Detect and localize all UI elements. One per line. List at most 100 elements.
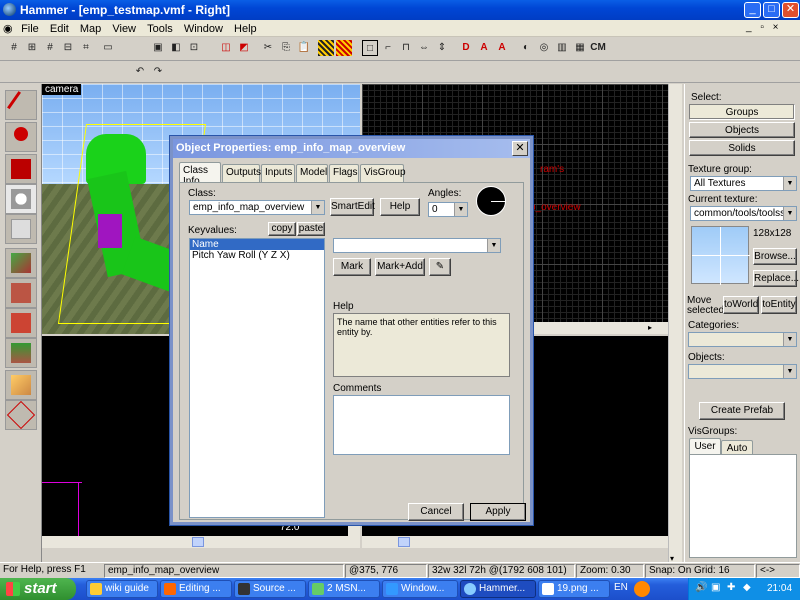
texture-lock-toggle-icon[interactable]: ⌐ (380, 40, 396, 56)
to-entity-button[interactable]: toEntity (761, 296, 797, 314)
undo-icon[interactable]: ↶ (132, 64, 148, 80)
dialog-close-button[interactable]: ✕ (512, 141, 528, 156)
display-helpers-icon[interactable]: ◐ (518, 40, 534, 56)
tab-inputs[interactable]: Inputs (261, 164, 295, 182)
taskbar-item-wiki-guide[interactable]: wiki guide (86, 580, 158, 598)
clipping-tool[interactable] (5, 370, 37, 400)
hollow-icon[interactable] (336, 40, 352, 56)
display-grid-icon[interactable]: ▥ (554, 40, 570, 56)
grid-icon[interactable]: # (6, 40, 22, 56)
decal-tool[interactable] (5, 308, 37, 338)
smartedit-button[interactable]: SmartEdit (330, 198, 375, 216)
maximize-button[interactable]: □ (763, 2, 780, 18)
texture-tool[interactable] (5, 248, 37, 278)
menu-view[interactable]: View (108, 21, 140, 35)
keyvalues-list[interactable]: Name Pitch Yaw Roll (Y Z X) (189, 238, 325, 518)
document-icon[interactable]: ◉ (0, 20, 14, 35)
tray-app-icon[interactable] (634, 581, 650, 597)
hide-items-icon[interactable]: ◫ (218, 40, 234, 56)
angle-dial[interactable] (476, 186, 506, 216)
carve-icon[interactable] (318, 40, 334, 56)
side-viewport-hscroll[interactable] (42, 536, 348, 548)
overlay-tool[interactable] (5, 338, 37, 368)
mark-add-button[interactable]: Mark+Add (375, 258, 425, 276)
tab-model[interactable]: Model (296, 164, 328, 182)
close-button[interactable]: ✕ (782, 2, 799, 18)
tab-visgroup[interactable]: VisGroup (360, 164, 406, 182)
grid-smaller-icon[interactable]: ⊞ (24, 40, 40, 56)
texture-group-select[interactable]: All Textures ▼ (690, 176, 797, 191)
cordon-button[interactable]: CM (588, 40, 608, 56)
antivirus-icon[interactable]: ◆ (743, 582, 751, 593)
display-models-icon[interactable]: ◎ (536, 40, 552, 56)
eyedropper-icon[interactable]: ✎ (429, 258, 451, 276)
mark-button[interactable]: Mark (333, 258, 371, 276)
snap-icon[interactable]: ⌗ (78, 40, 94, 56)
tab-flags[interactable]: Flags (329, 164, 359, 182)
dialog-titlebar[interactable]: Object Properties: emp_info_map_overview (173, 139, 530, 158)
front-viewport-hscroll[interactable] (362, 536, 668, 548)
selection-tool[interactable] (5, 90, 37, 120)
taskbar-item-msn[interactable]: 2 MSN... (308, 580, 380, 598)
texture-lock-icon[interactable]: ▣ (150, 40, 166, 56)
current-texture-select[interactable]: common/tools/toolssky ▼ (690, 206, 797, 221)
menu-window[interactable]: Window (180, 21, 227, 35)
taskbar-item-19-png[interactable]: 19.png ... (538, 580, 610, 598)
copy-button[interactable]: copy (268, 222, 296, 236)
mdi-restore-button[interactable]: ▫ (760, 22, 764, 33)
solids-button[interactable]: Solids (689, 140, 795, 156)
block-tool[interactable] (5, 214, 37, 244)
apply-current-texture-tool[interactable] (5, 278, 37, 308)
class-select[interactable]: emp_info_map_overview ▼ (189, 200, 325, 215)
display-overlays-icon[interactable]: ▦ (572, 40, 588, 56)
value-select[interactable]: ▼ (333, 238, 501, 253)
network-icon[interactable]: ▣ (711, 582, 720, 593)
taskbar-item-hammer[interactable]: Hammer... (460, 580, 536, 598)
scroll-thumb[interactable] (192, 537, 204, 547)
texture-apply-icon[interactable]: ◧ (168, 40, 184, 56)
entity-tool[interactable] (5, 184, 37, 214)
tab-outputs[interactable]: Outputs (222, 164, 261, 182)
window-titlebar[interactable]: Hammer - [emp_testmap.vmf - Right] (0, 0, 800, 20)
taskbar-item-editing[interactable]: Editing ... (160, 580, 232, 598)
messenger-icon[interactable]: ✚ (727, 582, 735, 593)
paste-button[interactable]: paste (297, 222, 325, 236)
quick-hide-icon[interactable]: A (494, 40, 510, 56)
scale-lock-icon[interactable]: ⊓ (398, 40, 414, 56)
browse-button[interactable]: Browse... (753, 248, 797, 265)
load-window-state-icon[interactable]: ▭ (100, 40, 116, 56)
flip-vertical-icon[interactable]: ⇕ (434, 40, 450, 56)
help-button[interactable]: Help (380, 198, 420, 216)
ungroup-icon[interactable]: ◩ (236, 40, 252, 56)
tab-class-info[interactable]: Class Info (179, 162, 221, 187)
menu-help[interactable]: Help (230, 21, 261, 35)
vertex-tool[interactable] (5, 400, 37, 430)
clock[interactable]: 21:04 (767, 583, 792, 594)
visgroups-list[interactable] (689, 454, 797, 558)
volume-icon[interactable]: 🔊 (695, 582, 707, 593)
redo-icon[interactable]: ↷ (150, 64, 166, 80)
magnify-tool[interactable] (5, 122, 37, 152)
menu-tools[interactable]: Tools (143, 21, 177, 35)
create-prefab-button[interactable]: Create Prefab (699, 402, 785, 420)
replace-button[interactable]: Replace... (753, 270, 799, 287)
scroll-thumb[interactable] (398, 537, 410, 547)
menu-file[interactable]: File (17, 21, 43, 35)
run-map-icon[interactable]: D (458, 40, 474, 56)
apply-button[interactable]: Apply (470, 503, 526, 521)
keyvalue-row-name[interactable]: Name (190, 239, 324, 250)
to-world-button[interactable]: toWorld (723, 296, 759, 314)
group-icon[interactable]: ⊡ (186, 40, 202, 56)
groups-button[interactable]: Groups (689, 104, 795, 120)
objects-select[interactable]: ▼ (688, 364, 797, 379)
angles-select[interactable]: 0 ▼ (428, 202, 468, 217)
cut-icon[interactable]: ✂ (260, 40, 276, 56)
menu-map[interactable]: Map (76, 21, 105, 35)
viewport-vscroll[interactable]: ▾ (668, 84, 682, 563)
copy-icon[interactable]: ⎘ (278, 40, 294, 56)
minimize-button[interactable]: _ (744, 2, 761, 18)
grid-larger-icon[interactable]: ⊟ (60, 40, 76, 56)
keyvalue-row-angles[interactable]: Pitch Yaw Roll (Y Z X) (190, 250, 324, 261)
taskbar-item-windows[interactable]: Window... (382, 580, 458, 598)
camera-tool[interactable] (5, 154, 37, 184)
